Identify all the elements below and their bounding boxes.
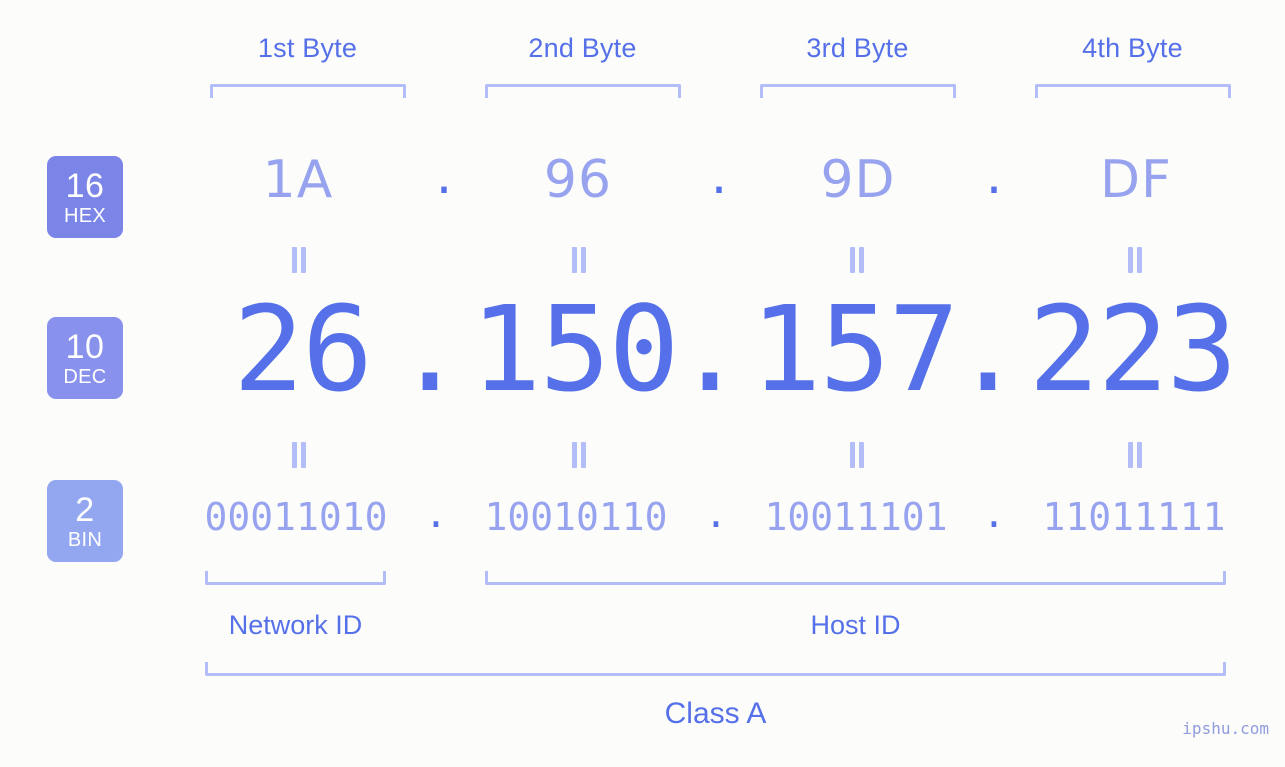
equals-connector-hex-dec-3 [846,247,868,273]
equals-connector-hex-dec-2 [568,247,590,273]
ip-address-diagram: 1st Byte 2nd Byte 3rd Byte 4th Byte 16 H… [0,0,1285,767]
bin-byte-3: 10011101 [764,495,948,539]
dec-separator-2: . [674,280,746,418]
byte-header-3: 3rd Byte [806,33,909,63]
hex-byte-4: DF [1100,150,1172,210]
host-id-label: Host ID [810,610,901,640]
equals-connector-dec-bin-4 [1124,442,1146,468]
byte-header-2: 2nd Byte [528,33,637,63]
byte-bracket-4 [1035,84,1231,98]
byte-bracket-1 [210,84,406,98]
equals-connector-hex-dec-4 [1124,247,1146,273]
dec-separator-1: . [394,280,466,418]
equals-connector-hex-dec-1 [288,247,310,273]
bin-byte-1: 00011010 [204,495,388,539]
byte-bracket-2 [485,84,681,98]
network-id-bracket [205,571,386,585]
hex-separator-3: . [985,146,1003,206]
bin-separator-1: . [424,492,448,536]
equals-connector-dec-bin-1 [288,442,310,468]
network-id-label: Network ID [228,610,363,640]
bin-separator-2: . [704,492,728,536]
hex-row: 1A . 96 . 9D . DF [0,150,1285,230]
bin-row: 00011010 . 10010110 . 10011101 . 1101111… [0,495,1285,550]
byte-bracket-3 [760,84,956,98]
bin-byte-4: 11011111 [1042,495,1226,539]
hex-byte-1: 1A [262,150,334,210]
hex-byte-2: 96 [543,150,613,210]
bin-separator-3: . [982,492,1006,536]
hex-byte-3: 9D [820,150,896,210]
equals-connector-dec-bin-2 [568,442,590,468]
hex-separator-1: . [435,146,453,206]
dec-byte-3: 157 [750,280,959,418]
hex-separator-2: . [710,146,728,206]
byte-header-1: 1st Byte [257,33,358,63]
class-label: Class A [664,697,767,730]
site-watermark: ipshu.com [1182,719,1269,738]
byte-header-4: 4th Byte [1082,33,1183,63]
dec-separator-3: . [952,280,1024,418]
dec-row: 26 . 150 . 157 . 223 [0,290,1285,425]
dec-byte-4: 223 [1028,280,1237,418]
class-bracket [205,662,1226,676]
dec-byte-2: 150 [470,280,679,418]
equals-connector-dec-bin-3 [846,442,868,468]
host-id-bracket [485,571,1226,585]
dec-byte-1: 26 [232,280,373,418]
bin-byte-2: 10010110 [484,495,668,539]
